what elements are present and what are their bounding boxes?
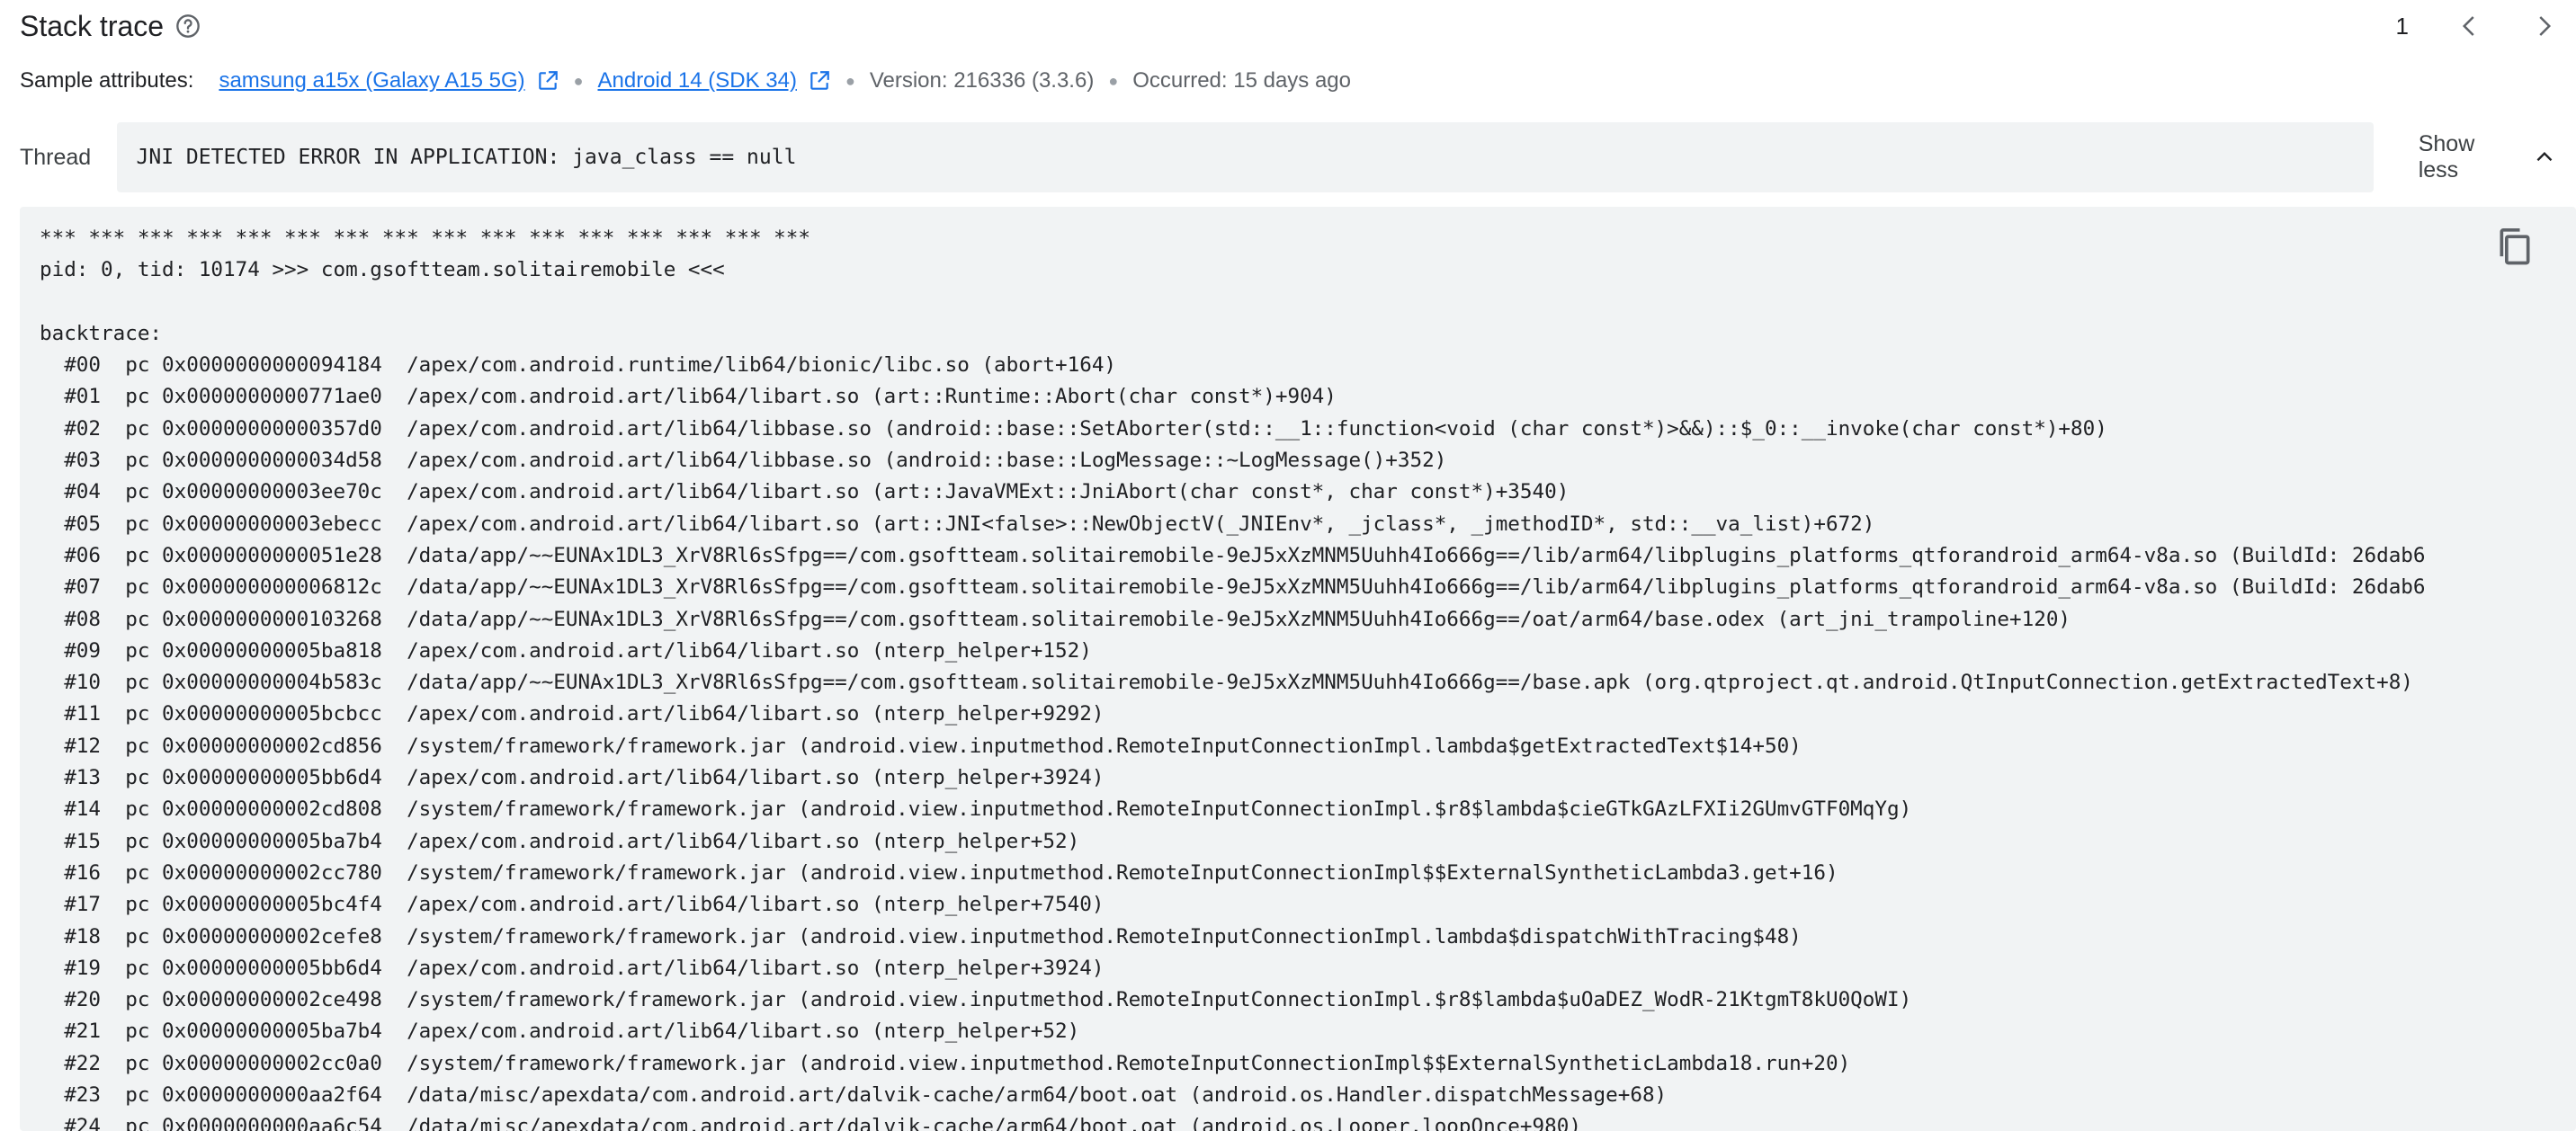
stack-trace-line: #09 pc 0x00000000005ba818 /apex/com.andr… xyxy=(40,638,1092,663)
page-title: Stack trace xyxy=(20,9,165,42)
copy-icon xyxy=(2500,228,2530,265)
stack-trace-line: #00 pc 0x0000000000094184 /apex/com.andr… xyxy=(40,353,1117,378)
show-less-label: Show less xyxy=(2418,131,2475,183)
page-number: 1 xyxy=(2395,12,2409,40)
sample-attributes-label: Sample attributes: xyxy=(20,68,194,93)
next-button[interactable] xyxy=(2520,3,2567,49)
stack-trace-line: backtrace: xyxy=(40,321,163,345)
stack-trace-line: *** *** *** *** *** *** *** *** *** *** … xyxy=(40,227,810,250)
stack-trace-header: Stack trace xyxy=(20,0,2556,52)
occurred-text: Occurred: 15 days ago xyxy=(1132,68,1352,93)
stack-trace-line: #22 pc 0x00000000002cc0a0 /system/framew… xyxy=(40,1051,1851,1075)
stack-trace-line: #13 pc 0x00000000005bb6d4 /apex/com.andr… xyxy=(40,766,1105,790)
stack-trace-line: #08 pc 0x0000000000103268 /data/app/~~EU… xyxy=(40,607,2071,631)
stack-trace-line: #07 pc 0x000000000006812c /data/app/~~EU… xyxy=(40,575,2426,600)
device-link[interactable]: samsung a15x (Galaxy A15 5G) xyxy=(219,68,524,94)
chevron-left-icon xyxy=(2462,16,2474,36)
stack-trace-line: #16 pc 0x00000000002cc780 /system/framew… xyxy=(40,860,1838,885)
copy-button[interactable] xyxy=(2495,227,2535,270)
sample-attributes: Sample attributes: samsung a15x (Galaxy … xyxy=(20,63,1351,99)
stack-trace-line: #23 pc 0x0000000000aa2f64 /data/misc/ape… xyxy=(40,1083,1668,1108)
stack-trace-line: #15 pc 0x00000000005ba7b4 /apex/com.andr… xyxy=(40,829,1080,853)
stack-trace-line: #11 pc 0x00000000005bcbcc /apex/com.andr… xyxy=(40,702,1105,726)
stack-trace-line: #17 pc 0x00000000005bc4f4 /apex/com.andr… xyxy=(40,893,1105,917)
open-in-new-icon[interactable] xyxy=(808,69,831,93)
version-text: Version: 216336 (3.3.6) xyxy=(869,68,1095,93)
chevron-up-icon xyxy=(2536,152,2553,162)
chevron-right-icon xyxy=(2539,16,2552,36)
stack-trace-line: #06 pc 0x0000000000051e28 /data/app/~~EU… xyxy=(40,543,2426,567)
os-link[interactable]: Android 14 (SDK 34) xyxy=(597,68,796,94)
stack-trace-panel: *** *** *** *** *** *** *** *** *** *** … xyxy=(20,207,2576,1131)
help-circle-icon[interactable] xyxy=(174,13,201,40)
stack-trace-line: #02 pc 0x00000000000357d0 /apex/com.andr… xyxy=(40,416,2107,441)
show-less-button[interactable]: Show less xyxy=(2419,131,2556,183)
separator-dot: ● xyxy=(845,71,855,90)
stack-trace-line: #10 pc 0x00000000004b583c /data/app/~~EU… xyxy=(40,671,2413,695)
stack-trace-line: #04 pc 0x00000000003ee70c /apex/com.andr… xyxy=(40,480,1570,504)
stack-trace-line: #24 pc 0x0000000000aa6c54 /data/misc/ape… xyxy=(40,1115,1581,1131)
stack-trace-line: #21 pc 0x00000000005ba7b4 /apex/com.andr… xyxy=(40,1020,1080,1044)
thread-value: JNI DETECTED ERROR IN APPLICATION: java_… xyxy=(116,122,2374,192)
open-in-new-icon[interactable] xyxy=(536,69,559,93)
stack-trace-line xyxy=(40,287,2426,318)
stack-trace-line: #19 pc 0x00000000005bb6d4 /apex/com.andr… xyxy=(40,956,1105,980)
thread-row: Thread JNI DETECTED ERROR IN APPLICATION… xyxy=(20,122,2556,192)
separator-dot: ● xyxy=(573,71,584,90)
stack-trace-line: #03 pc 0x0000000000034d58 /apex/com.andr… xyxy=(40,449,1447,473)
separator-dot: ● xyxy=(1108,71,1119,90)
pagination: 1 xyxy=(2396,0,2567,52)
stack-trace-line: #20 pc 0x00000000002ce498 /system/framew… xyxy=(40,988,1912,1012)
stack-trace-line: pid: 0, tid: 10174 >>> com.gsoftteam.sol… xyxy=(40,258,725,282)
previous-button[interactable] xyxy=(2446,3,2493,49)
stack-trace-line: #14 pc 0x00000000002cd808 /system/framew… xyxy=(40,797,1912,822)
thread-label: Thread xyxy=(20,144,92,170)
stack-trace-text: *** *** *** *** *** *** *** *** *** *** … xyxy=(40,223,2426,1131)
stack-trace-line: #12 pc 0x00000000002cd856 /system/framew… xyxy=(40,734,1802,758)
stack-trace-line: #18 pc 0x00000000002cefe8 /system/framew… xyxy=(40,924,1802,948)
stack-trace-line: #01 pc 0x0000000000771ae0 /apex/com.andr… xyxy=(40,385,1337,409)
stack-trace-line: #05 pc 0x00000000003ebecc /apex/com.andr… xyxy=(40,512,1875,536)
